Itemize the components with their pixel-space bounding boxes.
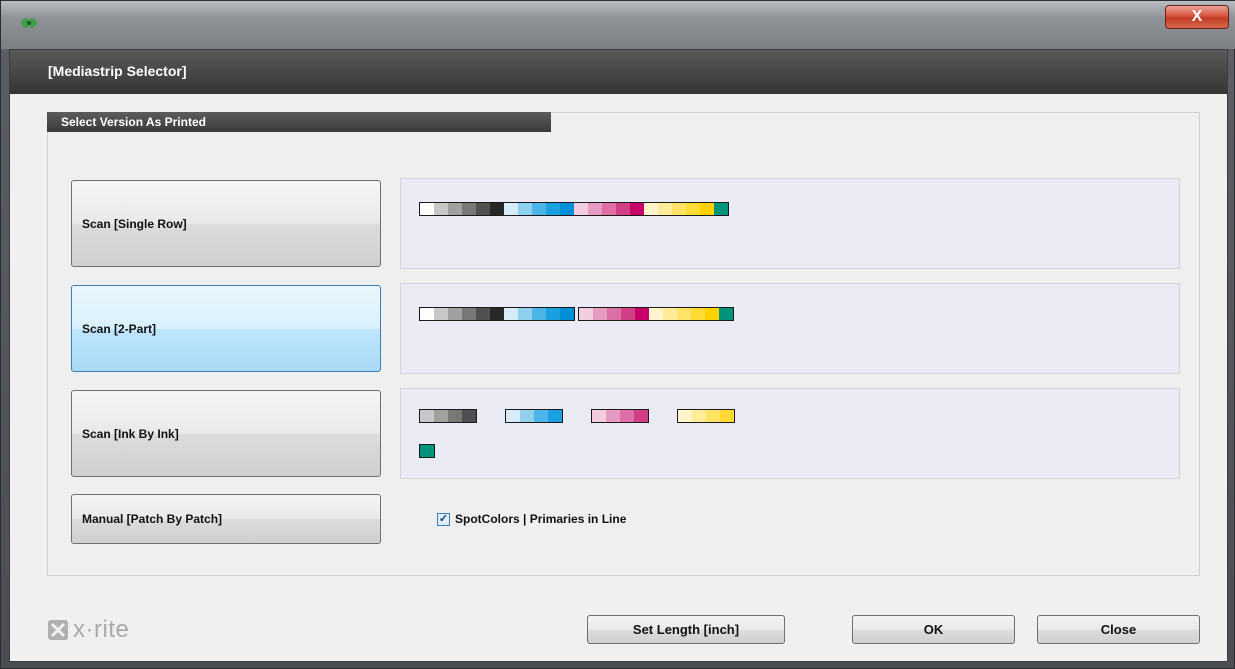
color-patch [476, 308, 490, 320]
xrite-logo-text: x·rite [73, 616, 130, 643]
color-patch [490, 203, 504, 215]
color-patch [560, 308, 574, 320]
color-patch [420, 308, 434, 320]
color-patch [546, 308, 560, 320]
color-patch [420, 445, 434, 457]
color-patch [691, 308, 705, 320]
color-patch [686, 203, 700, 215]
color-patch [448, 410, 462, 422]
color-patch [420, 203, 434, 215]
color-patch [663, 308, 677, 320]
ink-strip-yellow [677, 409, 735, 423]
color-patch [534, 410, 548, 422]
manual-patch-by-patch-button[interactable]: Manual [Patch By Patch] [71, 494, 381, 544]
color-patch [620, 410, 634, 422]
color-patch [616, 203, 630, 215]
color-patch [635, 308, 649, 320]
color-patch [548, 410, 562, 422]
color-patch [462, 308, 476, 320]
close-button[interactable]: Close [1037, 615, 1200, 644]
scan-ink-by-ink-label: Scan [Ink By Ink] [82, 426, 179, 441]
color-patch [518, 203, 532, 215]
color-patch [700, 203, 714, 215]
group-title: Select Version As Printed [47, 112, 551, 132]
color-patch [532, 308, 546, 320]
color-patch [462, 410, 476, 422]
color-patch [607, 308, 621, 320]
color-patch [448, 308, 462, 320]
scan-2-part-button[interactable]: Scan [2-Part] [71, 285, 381, 372]
color-patch [644, 203, 658, 215]
color-patch [560, 203, 574, 215]
ink-strip-black [419, 409, 477, 423]
color-patch [706, 410, 720, 422]
color-patch [462, 203, 476, 215]
single-row-strip [419, 202, 729, 216]
color-patch [520, 410, 534, 422]
set-length-button[interactable]: Set Length [inch] [587, 615, 785, 644]
spotcolors-checkbox-label: SpotColors | Primaries in Line [455, 512, 627, 526]
color-patch [592, 410, 606, 422]
window-close-button[interactable]: X [1165, 5, 1229, 29]
color-patch [719, 308, 733, 320]
color-patch [606, 410, 620, 422]
color-patch [692, 410, 706, 422]
color-patch [705, 308, 719, 320]
color-patch [504, 203, 518, 215]
color-patch [546, 203, 560, 215]
color-patch [621, 308, 635, 320]
color-patch [714, 203, 728, 215]
scan-2-part-label: Scan [2-Part] [82, 321, 157, 336]
color-patch [672, 203, 686, 215]
color-patch [434, 203, 448, 215]
scan-ink-by-ink-button[interactable]: Scan [Ink By Ink] [71, 390, 381, 477]
color-patch [506, 410, 520, 422]
color-patch [420, 410, 434, 422]
spotcolors-checkbox-row[interactable]: ✓ SpotColors | Primaries in Line [437, 512, 626, 526]
color-patch [490, 308, 504, 320]
ok-button[interactable]: OK [852, 615, 1015, 644]
title-bar[interactable]: X [1, 1, 1235, 49]
color-patch [678, 410, 692, 422]
color-patch [532, 203, 546, 215]
color-patch [574, 203, 588, 215]
two-part-preview [400, 283, 1180, 374]
color-patch [593, 308, 607, 320]
color-patch [658, 203, 672, 215]
color-patch [434, 308, 448, 320]
xrite-logo-icon [48, 620, 68, 640]
color-patch [588, 203, 602, 215]
color-patch [630, 203, 644, 215]
color-patch [579, 308, 593, 320]
ink-strip-magenta [591, 409, 649, 423]
ink-strip-cyan [505, 409, 563, 423]
ink-by-ink-preview [400, 388, 1180, 479]
color-patch [518, 308, 532, 320]
color-patch [602, 203, 616, 215]
two-part-strip-2 [578, 307, 734, 321]
xrite-app-icon [21, 18, 37, 28]
mediastrip-selector-window: X [Mediastrip Selector] Select Version A… [0, 0, 1235, 669]
scan-single-row-button[interactable]: Scan [Single Row] [71, 180, 381, 267]
color-patch [677, 308, 691, 320]
manual-patch-label: Manual [Patch By Patch] [82, 512, 223, 526]
color-patch [504, 308, 518, 320]
color-patch [476, 203, 490, 215]
single-row-preview [400, 178, 1180, 269]
ink-strip-spot [419, 444, 435, 458]
color-patch [448, 203, 462, 215]
color-patch [720, 410, 734, 422]
color-patch [649, 308, 663, 320]
color-patch [434, 410, 448, 422]
xrite-logo: x·rite [47, 615, 129, 645]
color-patch [634, 410, 648, 422]
scan-single-row-label: Scan [Single Row] [82, 216, 187, 231]
spotcolors-checkbox[interactable]: ✓ [437, 512, 450, 526]
two-part-strip-1 [419, 307, 575, 321]
